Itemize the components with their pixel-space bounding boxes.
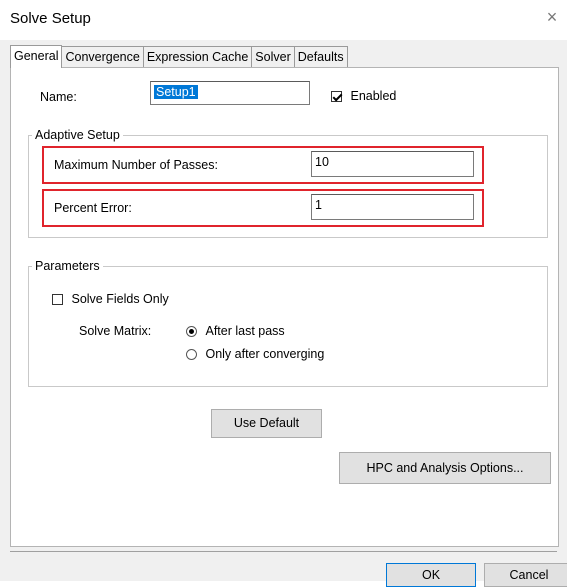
solve-fields-only-checkbox[interactable]: Solve Fields Only (52, 292, 169, 306)
after-last-pass-label: After last pass (205, 324, 285, 338)
tab-general[interactable]: General (10, 45, 63, 68)
hpc-analysis-options-button[interactable]: HPC and Analysis Options... (339, 452, 551, 484)
max-passes-label: Maximum Number of Passes: (54, 158, 218, 172)
solve-fields-only-label: Solve Fields Only (71, 292, 169, 306)
enabled-label: Enabled (350, 89, 397, 103)
use-default-button[interactable]: Use Default (211, 409, 322, 438)
only-after-converging-label: Only after converging (205, 347, 325, 361)
parameters-legend: Parameters (32, 259, 103, 273)
tab-strip: General Convergence Expression Cache Sol… (10, 45, 348, 68)
cancel-button[interactable]: Cancel (484, 563, 567, 587)
tab-convergence[interactable]: Convergence (61, 46, 144, 67)
ok-button[interactable]: OK (386, 563, 476, 587)
enabled-checkbox[interactable]: Enabled (331, 89, 396, 103)
name-input-value: Setup1 (154, 85, 198, 99)
radio-after-last-pass[interactable]: After last pass (186, 324, 285, 338)
name-input[interactable]: Setup1 (150, 81, 310, 105)
solve-fields-only-check-icon (52, 294, 63, 306)
radio-unselected-icon (186, 349, 197, 361)
radio-only-after-converging[interactable]: Only after converging (186, 347, 324, 361)
enabled-check-icon (331, 91, 342, 103)
tab-defaults[interactable]: Defaults (293, 46, 348, 67)
tab-expression-cache[interactable]: Expression Cache (142, 46, 253, 67)
close-icon[interactable]: × (541, 6, 563, 28)
dialog-title: Solve Setup (10, 10, 91, 27)
footer-divider (10, 551, 557, 552)
solve-matrix-label: Solve Matrix: (79, 324, 152, 338)
percent-error-input[interactable]: 1 (311, 194, 474, 220)
adaptive-setup-legend: Adaptive Setup (32, 128, 123, 142)
tab-solver[interactable]: Solver (251, 46, 295, 67)
radio-selected-icon (186, 326, 197, 338)
max-passes-input[interactable]: 10 (311, 151, 474, 177)
name-label: Name: (40, 90, 77, 104)
percent-error-label: Percent Error: (54, 201, 132, 215)
